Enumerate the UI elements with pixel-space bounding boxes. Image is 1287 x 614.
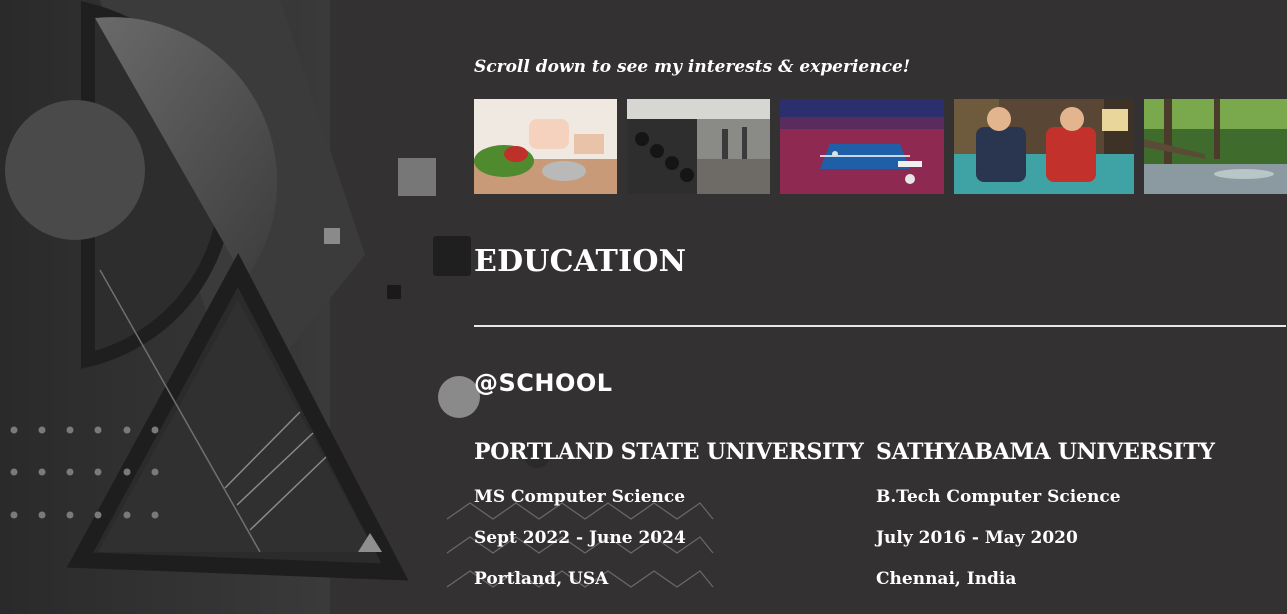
school-tag: @SCHOOL (474, 369, 613, 397)
dates: July 2016 - May 2020 (876, 528, 1078, 548)
university-name: SATHYABAMA UNIVERSITY (876, 439, 1215, 465)
location: Portland, USA (474, 569, 609, 589)
gaming-photo (954, 99, 1134, 194)
section-divider (474, 325, 1286, 327)
scroll-hint: Scroll down to see my interests & experi… (474, 57, 911, 77)
page: Scroll down to see my interests & experi… (0, 0, 1287, 614)
university-card: PORTLAND STATE UNIVERSITY MS Computer Sc… (474, 437, 874, 597)
nature-photo (1144, 99, 1287, 194)
dates: Sept 2022 - June 2024 (474, 528, 686, 548)
education-title: EDUCATION (474, 244, 687, 279)
degree: MS Computer Science (474, 487, 686, 507)
location: Chennai, India (876, 569, 1017, 589)
university-name: PORTLAND STATE UNIVERSITY (474, 439, 864, 465)
cooking-photo (474, 99, 617, 194)
degree: B.Tech Computer Science (876, 487, 1121, 507)
gym-photo (627, 99, 770, 194)
university-card: SATHYABAMA UNIVERSITY B.Tech Computer Sc… (876, 437, 1276, 597)
table-tennis-photo (780, 99, 944, 194)
